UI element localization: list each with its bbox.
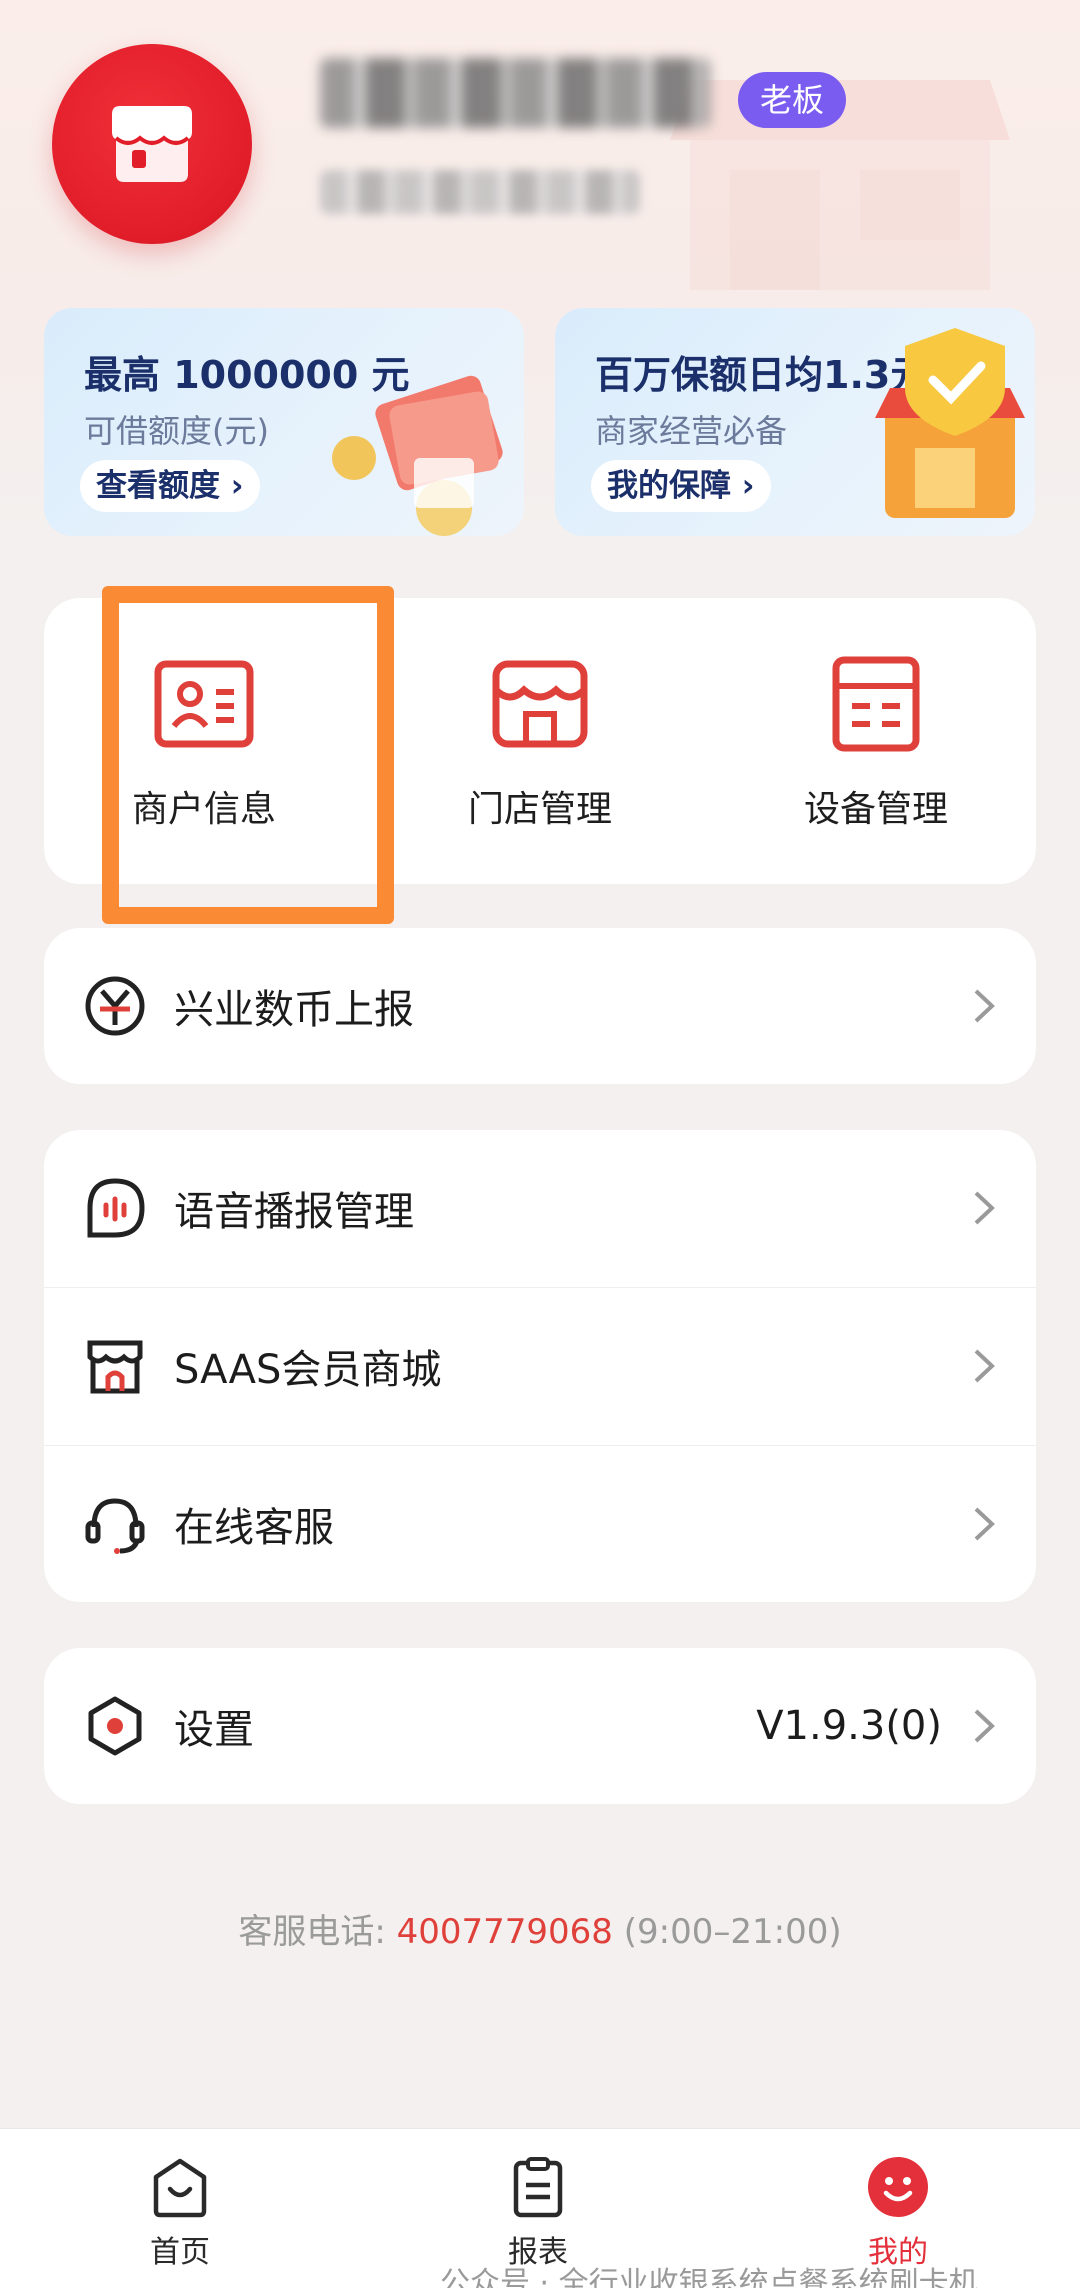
insurance-promo-card[interactable]: 百万保额日均1.3元 商家经营必备 我的保障 ›	[555, 308, 1035, 536]
role-badge: 老板	[738, 72, 847, 128]
promo-subtitle: 可借额度(元)	[84, 412, 269, 450]
tab-report[interactable]: 报表	[458, 2155, 618, 2271]
grid-item-label: 门店管理	[467, 789, 612, 830]
chevron-right-icon	[974, 1349, 995, 1383]
merchant-avatar[interactable]	[52, 44, 252, 244]
chevron-right-icon	[974, 989, 995, 1023]
row-label: 语音播报管理	[174, 1189, 414, 1235]
chevron-right-icon	[974, 1709, 995, 1743]
store-icon	[492, 660, 588, 748]
settings-card: 设置 V1.9.3(0)	[44, 1648, 1036, 1804]
digital-currency-icon	[85, 976, 145, 1036]
digital-currency-row[interactable]: 兴业数币上报	[44, 928, 1036, 1084]
grid-item-label: 设备管理	[803, 789, 948, 830]
store-management-item[interactable]: 门店管理	[380, 656, 700, 832]
hotline-prefix: 客服电话:	[238, 1912, 397, 1952]
chevron-right-icon	[974, 1191, 995, 1225]
merchant-subtitle-blurred	[320, 170, 640, 214]
headset-icon	[85, 1498, 145, 1554]
report-icon	[513, 2157, 563, 2218]
voice-broadcast-icon	[87, 1178, 145, 1238]
service-hotline: 客服电话: 4007779068 (9:00–21:00)	[0, 1904, 1080, 1953]
digital-currency-card: 兴业数币上报	[44, 928, 1036, 1084]
settings-hexagon-icon	[88, 1696, 142, 1756]
settings-row[interactable]: 设置 V1.9.3(0)	[44, 1648, 1036, 1804]
my-coverage-button[interactable]: 我的保障 ›	[591, 460, 771, 512]
hotline-number[interactable]: 4007779068	[397, 1912, 613, 1952]
view-credit-button[interactable]: 查看额度 ›	[80, 460, 260, 512]
merchant-name-blurred	[320, 58, 710, 128]
promo-subtitle: 商家经营必备	[595, 412, 788, 450]
online-service-row[interactable]: 在线客服	[44, 1446, 1036, 1602]
loan-promo-card[interactable]: 最高 1000000 元 可借额度(元) 查看额度 ›	[44, 308, 524, 536]
profile-smile-icon	[868, 2157, 928, 2217]
home-icon	[153, 2158, 207, 2218]
device-icon	[832, 656, 920, 752]
hotline-hours: (9:00–21:00)	[612, 1912, 842, 1952]
shield-shop-icon	[875, 328, 1025, 518]
tab-mine[interactable]: 我的	[818, 2155, 978, 2271]
highlight-box	[102, 586, 394, 924]
row-label: 兴业数币上报	[174, 987, 414, 1033]
services-card: 语音播报管理 SAAS会员商城 在线客服	[44, 1130, 1036, 1602]
row-label: SAAS会员商城	[174, 1347, 442, 1393]
store-logo-icon	[112, 106, 192, 182]
watermark-text: 公众号 · 全行业收银系统点餐系统刷卡机	[440, 2266, 979, 2288]
row-label: 设置	[174, 1707, 254, 1753]
tab-label: 首页	[150, 2235, 210, 2270]
app-version: V1.9.3(0)	[756, 1703, 942, 1749]
row-label: 在线客服	[174, 1505, 334, 1551]
tab-home[interactable]: 首页	[100, 2155, 260, 2271]
device-management-item[interactable]: 设备管理	[716, 656, 1036, 832]
member-mall-icon	[87, 1340, 143, 1394]
chevron-right-icon	[974, 1507, 995, 1541]
red-envelope-coins-icon	[332, 375, 503, 536]
member-mall-row[interactable]: SAAS会员商城	[44, 1288, 1036, 1444]
voice-broadcast-row[interactable]: 语音播报管理	[44, 1130, 1036, 1286]
